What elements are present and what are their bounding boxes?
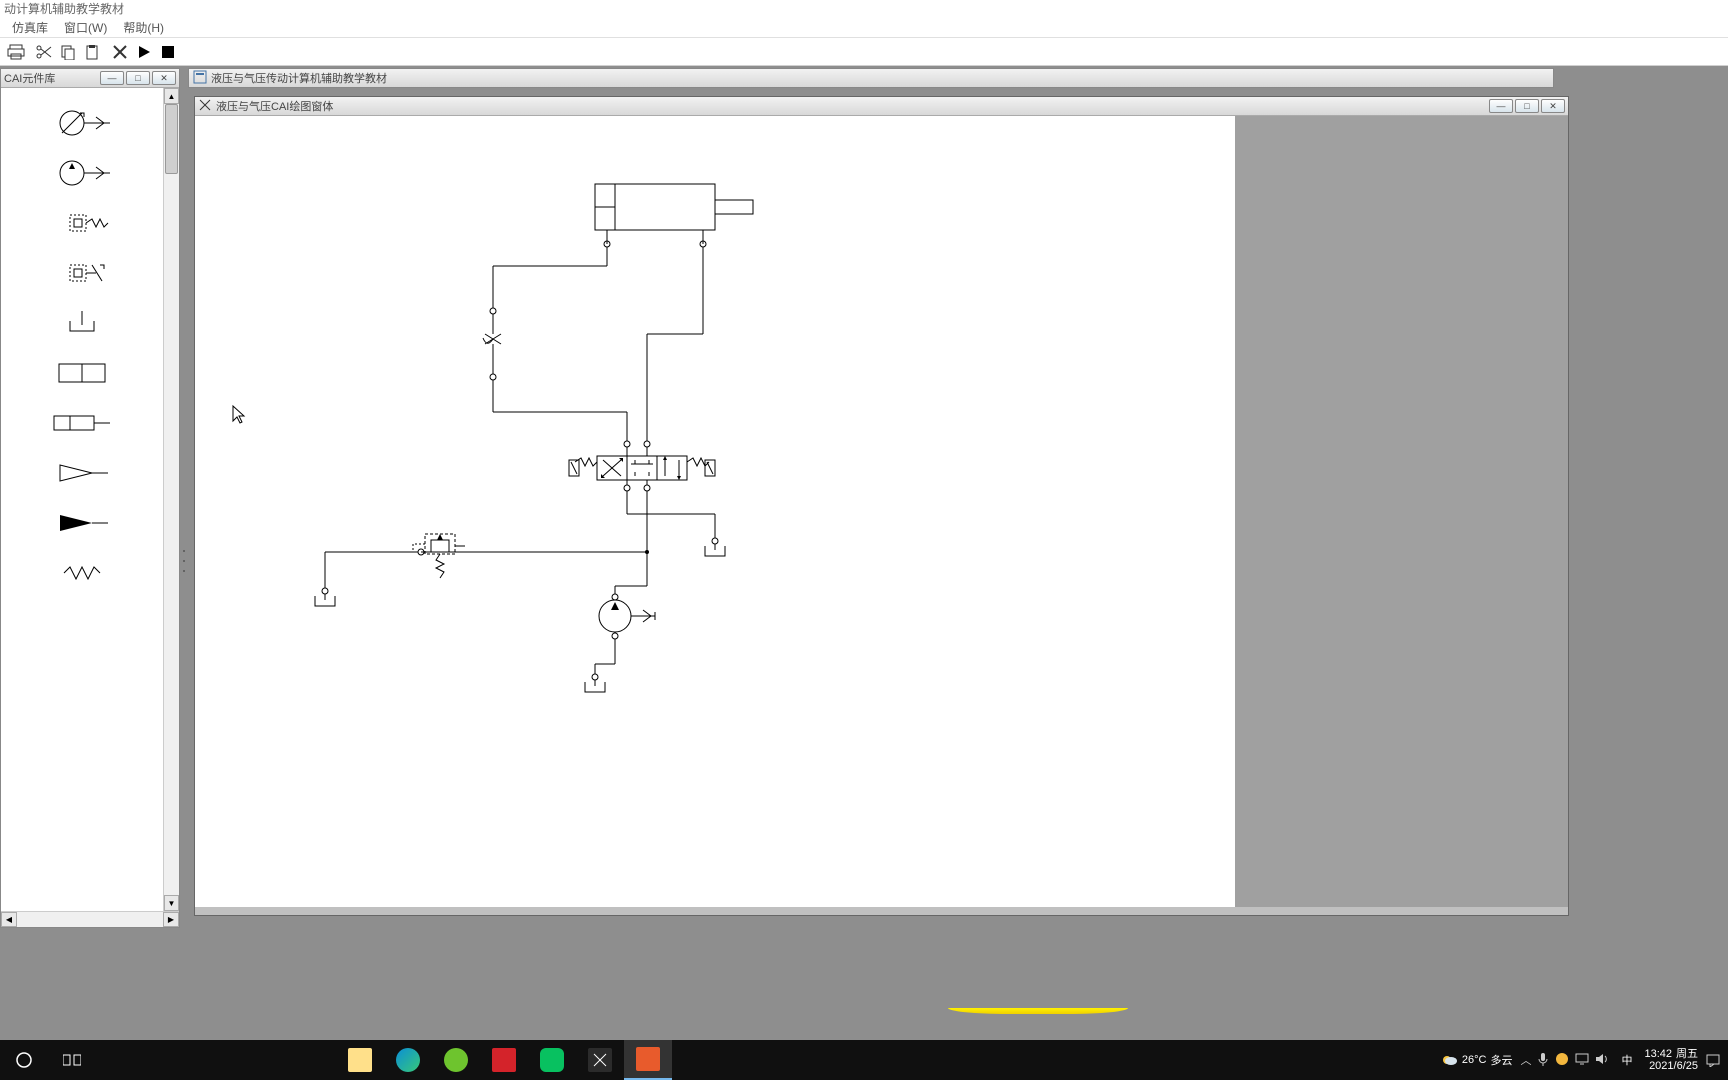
task-icon-explorer[interactable]: [336, 1040, 384, 1080]
tray-chevron-up-icon[interactable]: ︿: [1520, 1052, 1531, 1068]
canvas-window-title: 液压与气压CAI绘图窗体: [216, 98, 333, 114]
splitter[interactable]: [180, 66, 188, 1056]
tray-icons: ︿: [1520, 1052, 1609, 1069]
task-icon-browser[interactable]: [432, 1040, 480, 1080]
palette-window: CAI元件库 — □ ✕: [0, 68, 180, 928]
menu-sim[interactable]: 仿真库: [4, 19, 56, 36]
pump-component: [599, 600, 655, 632]
scroll-thumb[interactable]: [165, 104, 178, 174]
workspace: CAI元件库 — □ ✕: [0, 66, 1728, 1056]
start-button[interactable]: [0, 1040, 48, 1080]
relief-valve: [413, 534, 465, 578]
palette-close-button[interactable]: ✕: [152, 71, 176, 85]
palette-minimize-button[interactable]: —: [100, 71, 124, 85]
task-icon-edge[interactable]: [384, 1040, 432, 1080]
ime-indicator[interactable]: 中: [1617, 1050, 1636, 1070]
drawing-canvas[interactable]: [195, 116, 1235, 907]
palette-item-valve-spring[interactable]: [1, 198, 163, 248]
palette-h-scrollbar[interactable]: ◀ ▶: [1, 911, 179, 927]
doc-window-title: 液压与气压传动计算机辅助教学教材: [211, 70, 387, 86]
toolbar: [0, 38, 1728, 66]
palette-item-variable-pump[interactable]: [1, 98, 163, 148]
tray-mic-icon[interactable]: [1537, 1052, 1549, 1069]
task-icon-amd[interactable]: [480, 1040, 528, 1080]
palette-item-resistor[interactable]: [1, 548, 163, 598]
doc-window-icon: [193, 70, 207, 87]
scroll-left-icon[interactable]: ◀: [1, 912, 17, 927]
doc-window-titlebar[interactable]: 液压与气压传动计算机辅助教学教材: [188, 68, 1554, 88]
throttle-valve: [483, 314, 501, 374]
canvas-titlebar[interactable]: 液压与气压CAI绘图窗体 — □ ✕: [195, 97, 1568, 116]
cursor-icon: [233, 406, 244, 423]
palette-item-valve-adjustable[interactable]: [1, 248, 163, 298]
weather-temp: 26°C: [1462, 1054, 1487, 1066]
play-icon[interactable]: [132, 40, 156, 64]
task-icon-app1[interactable]: [576, 1040, 624, 1080]
yellow-decoration: [948, 1008, 1128, 1014]
taskbar-weather[interactable]: 26°C 多云: [1440, 1050, 1513, 1071]
notification-button[interactable]: [1706, 1053, 1720, 1067]
palette-item-tank[interactable]: [1, 298, 163, 348]
task-view-button[interactable]: [48, 1040, 96, 1080]
tray-circle-icon[interactable]: [1555, 1052, 1569, 1069]
cylinder-component: [595, 184, 753, 247]
palette-titlebar[interactable]: CAI元件库 — □ ✕: [1, 69, 179, 88]
clock-day: 周五: [1676, 1048, 1698, 1060]
menubar: 仿真库 窗口(W) 帮助(H): [0, 18, 1728, 38]
scroll-right-icon[interactable]: ▶: [163, 912, 179, 927]
stop-icon[interactable]: [156, 40, 180, 64]
palette-v-scrollbar[interactable]: ▲ ▼: [163, 88, 179, 927]
taskbar-clock[interactable]: 13:42 周五 2021/6/25: [1644, 1048, 1698, 1072]
hydraulic-circuit: [195, 116, 1235, 906]
tray-monitor-icon[interactable]: [1575, 1053, 1589, 1068]
scroll-up-icon[interactable]: ▲: [164, 88, 179, 104]
windows-taskbar: 26°C 多云 ︿ 中 13:42 周五 2021/6/25: [0, 1040, 1728, 1080]
canvas-window-icon: [198, 98, 212, 115]
palette-maximize-button[interactable]: □: [126, 71, 150, 85]
task-icon-wechat[interactable]: [528, 1040, 576, 1080]
clock-date: 2021/6/25: [1649, 1060, 1698, 1072]
palette-item-cylinder[interactable]: [1, 398, 163, 448]
palette-title: CAI元件库: [4, 70, 55, 86]
canvas-minimize-button[interactable]: —: [1489, 99, 1513, 113]
canvas-maximize-button[interactable]: □: [1515, 99, 1539, 113]
palette-item-amplifier-solid[interactable]: [1, 498, 163, 548]
menu-window[interactable]: 窗口(W): [56, 19, 115, 36]
canvas-h-scrollbar[interactable]: [195, 907, 1568, 915]
tools-icon[interactable]: [108, 40, 132, 64]
palette-item-double-block[interactable]: [1, 348, 163, 398]
palette-list: [1, 88, 163, 927]
scroll-down-icon[interactable]: ▼: [164, 895, 179, 911]
canvas-window: 液压与气压CAI绘图窗体 — □ ✕: [194, 96, 1569, 916]
paste-icon[interactable]: [80, 40, 104, 64]
weather-icon: [1440, 1050, 1458, 1071]
app-titlebar: 动计算机辅助教学教材: [0, 0, 1728, 18]
weather-text: 多云: [1490, 1052, 1512, 1068]
palette-item-pump[interactable]: [1, 148, 163, 198]
directional-valve: [569, 456, 715, 480]
palette-item-amplifier-open[interactable]: [1, 448, 163, 498]
tray-volume-icon[interactable]: [1595, 1053, 1609, 1068]
menu-help[interactable]: 帮助(H): [115, 19, 172, 36]
printer-icon[interactable]: [4, 40, 28, 64]
copy-icon[interactable]: [56, 40, 80, 64]
clock-time: 13:42: [1644, 1048, 1672, 1060]
app-title: 动计算机辅助教学教材: [4, 0, 124, 18]
task-icon-app2[interactable]: [624, 1040, 672, 1080]
canvas-close-button[interactable]: ✕: [1541, 99, 1565, 113]
scissors-icon[interactable]: [32, 40, 56, 64]
